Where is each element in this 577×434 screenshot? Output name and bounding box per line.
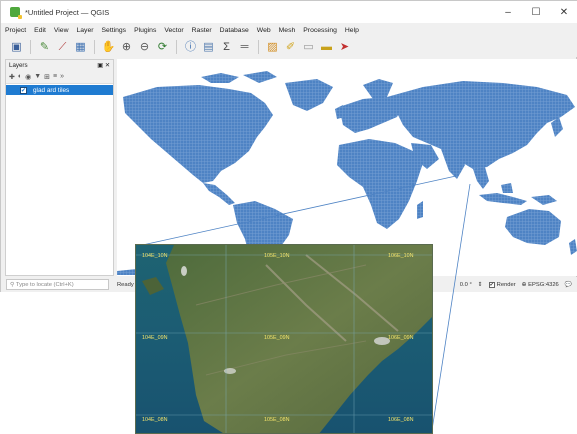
tile-label: 105E_09N [264,335,290,341]
satellite-inset: 104E_10N 105E_10N 106E_10N 104E_09N 105E… [135,244,433,434]
tile-label: 105E_08N [264,417,290,423]
tile-label: 106E_10N [388,253,414,259]
tile-label: 105E_10N [264,253,290,259]
tile-label: 106E_09N [388,335,414,341]
tile-label: 104E_09N [142,335,168,341]
tile-label: 104E_08N [142,417,168,423]
tile-label: 106E_08N [388,417,414,423]
tile-label: 104E_10N [142,253,168,259]
